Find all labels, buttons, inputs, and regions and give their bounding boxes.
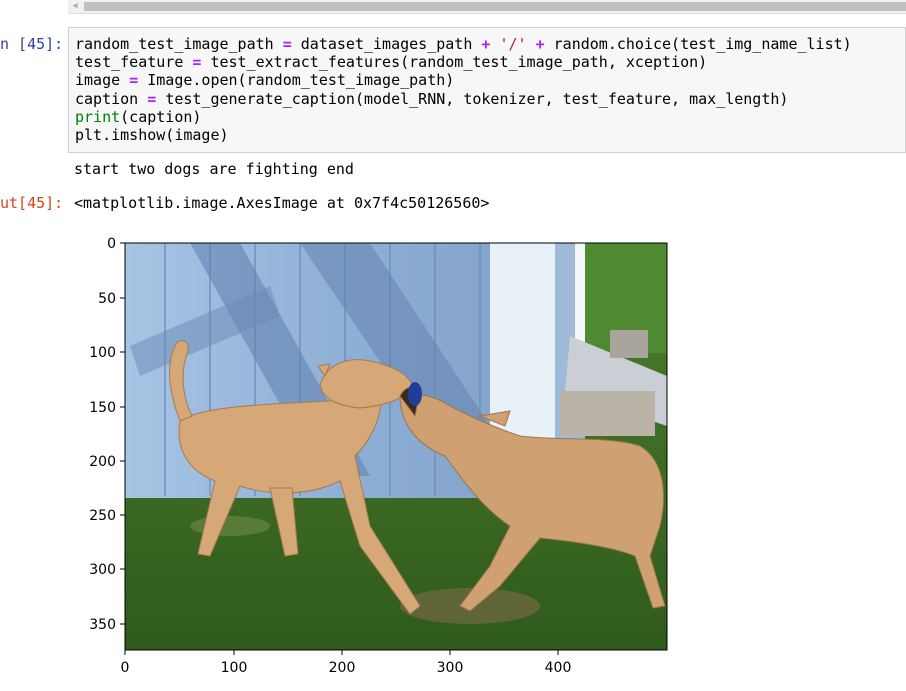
y-tick-label: 250	[89, 508, 116, 524]
scroll-left-icon[interactable]: ◀	[68, 0, 82, 13]
y-axis: 0 50 100 150 200 250 300 350	[89, 236, 125, 633]
y-tick-label: 100	[89, 345, 116, 361]
stdout-output: start two dogs are fighting end	[74, 160, 354, 178]
y-tick-label: 0	[107, 236, 116, 252]
scrollbar-thumb[interactable]	[84, 2, 906, 11]
output-prompt: ut[45]:	[0, 194, 64, 212]
x-tick-label: 400	[545, 660, 572, 676]
x-axis: 0 100 200 300 400	[121, 650, 572, 676]
horizontal-scrollbar[interactable]: ◀	[68, 0, 906, 14]
input-prompt: n [45]:	[0, 35, 64, 53]
matplotlib-figure: 0 50 100 150 200 250 300 350 0 100 200 3…	[89, 236, 668, 676]
y-tick-label: 300	[89, 562, 116, 578]
x-tick-label: 0	[121, 660, 130, 676]
y-tick-label: 50	[98, 291, 116, 307]
code-text[interactable]: random_test_image_path = dataset_images_…	[75, 35, 852, 144]
y-tick-label: 200	[89, 454, 116, 470]
x-tick-label: 100	[221, 660, 248, 676]
x-tick-label: 200	[329, 660, 356, 676]
photo-two-dogs-icon	[125, 243, 667, 650]
y-tick-label: 350	[89, 617, 116, 633]
x-tick-label: 300	[437, 660, 464, 676]
code-cell-editor[interactable]: random_test_image_path = dataset_images_…	[68, 27, 906, 153]
output-repr: <matplotlib.image.AxesImage at 0x7f4c501…	[74, 194, 490, 212]
y-tick-label: 150	[89, 400, 116, 416]
